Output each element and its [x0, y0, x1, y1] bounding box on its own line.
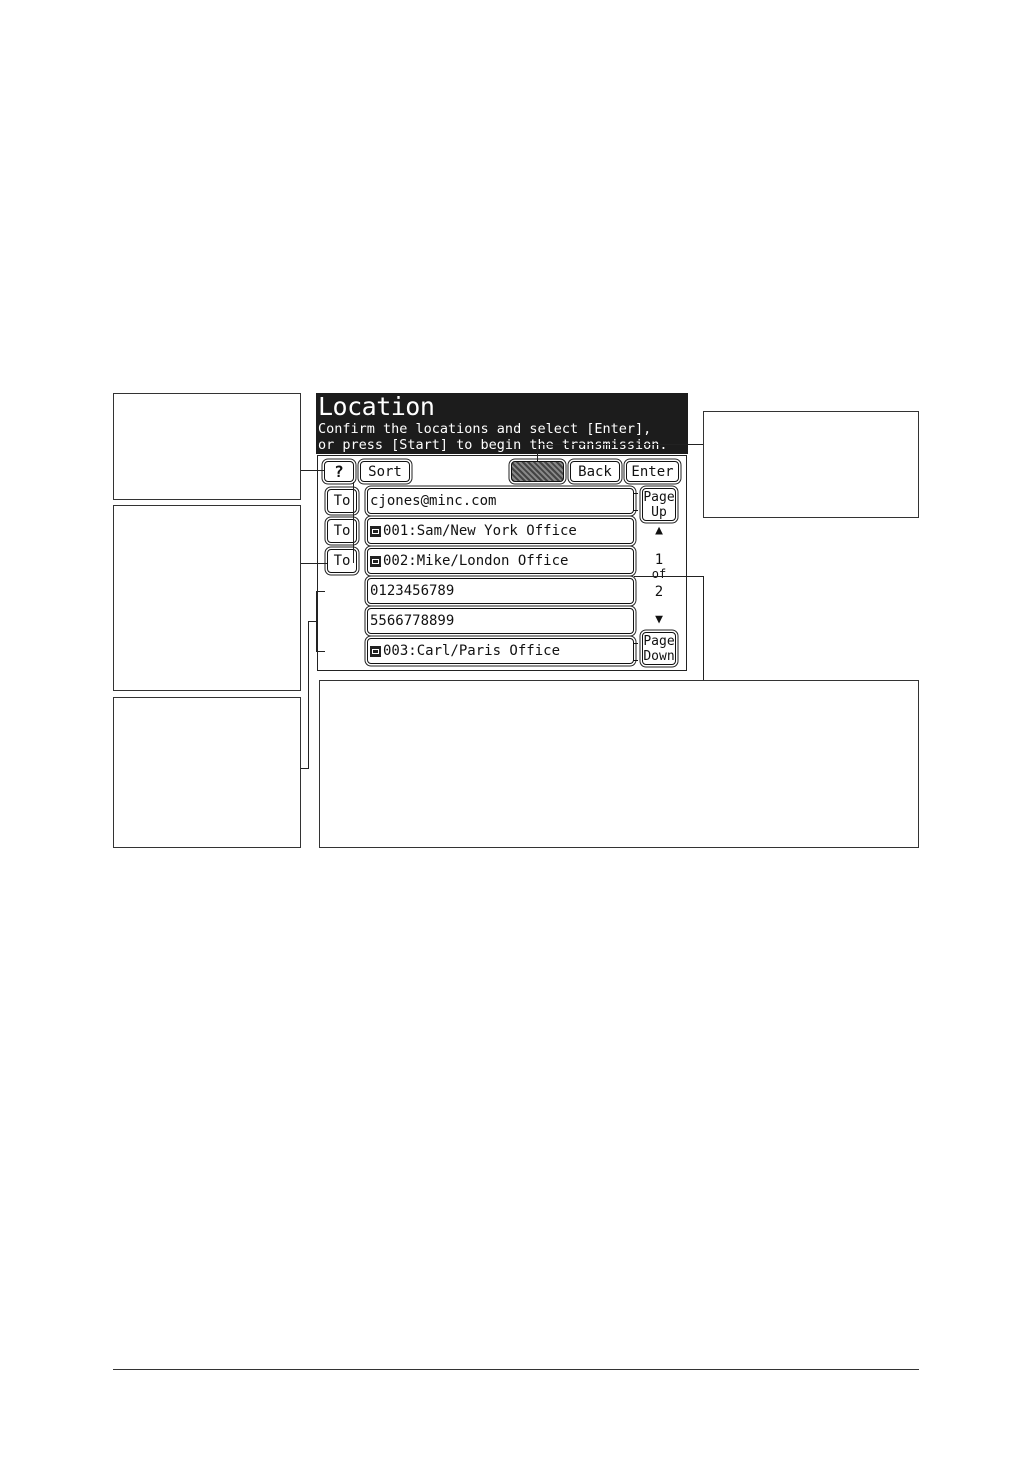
- location-row-2[interactable]: 001:Sam/New York Office: [367, 518, 634, 544]
- page-down-label-line1: Page: [643, 633, 675, 649]
- leader-line-list-v: [703, 576, 704, 680]
- sort-button-label: Sort: [368, 463, 402, 480]
- page-up-label-line2: Up: [651, 504, 667, 520]
- row-bracket: [633, 493, 638, 511]
- leader-line-group: [308, 621, 316, 622]
- leader-line-group-top: [316, 591, 325, 592]
- leader-line-to-vertical: [353, 482, 354, 563]
- location-row-4[interactable]: 0123456789: [367, 578, 634, 604]
- leader-line-group-vertical: [308, 621, 309, 769]
- row-bracket: [633, 643, 638, 661]
- location-row-6[interactable]: 003:Carl/Paris Office: [367, 638, 638, 664]
- back-button[interactable]: Back: [570, 461, 620, 482]
- location-text: cjones@minc.com: [370, 493, 497, 509]
- email-icon: [370, 525, 381, 537]
- page-down-button[interactable]: Page Down: [642, 632, 676, 665]
- up-arrow-icon: ▲: [655, 523, 663, 538]
- disabled-button: [511, 461, 564, 482]
- leader-line-group-bottom: [316, 651, 325, 652]
- screen-message-line1: Confirm the locations and select [Enter]…: [318, 421, 652, 437]
- page-total: 2: [654, 584, 664, 600]
- callout-box-help: [113, 393, 301, 500]
- callout-box-to: [113, 505, 301, 691]
- fax-icon: [370, 645, 381, 657]
- email-icon: [370, 555, 381, 567]
- to-button-label: To: [333, 493, 351, 509]
- help-icon: ?: [334, 462, 344, 481]
- callout-box-location-list: [319, 680, 919, 848]
- page-down-label-line2: Down: [643, 648, 675, 664]
- enter-button-label: Enter: [631, 463, 674, 480]
- sort-button[interactable]: Sort: [360, 461, 410, 482]
- location-row-5[interactable]: 5566778899: [367, 608, 634, 634]
- enter-button[interactable]: Enter: [626, 461, 679, 482]
- to-button-label: To: [333, 523, 351, 539]
- leader-line-group-end: [301, 768, 309, 769]
- callout-box-group: [113, 697, 301, 848]
- leader-line-help: [301, 470, 324, 471]
- location-row-1[interactable]: cjones@minc.com: [367, 488, 638, 514]
- page-of: of: [651, 567, 667, 581]
- location-row-3[interactable]: 002:Mike/London Office: [367, 548, 634, 574]
- screen-message-line2: or press [Start] to begin the transmissi…: [318, 437, 668, 453]
- help-button[interactable]: ?: [324, 461, 354, 482]
- location-text: 001:Sam/New York Office: [383, 523, 577, 539]
- leader-line-disabled-button-v: [537, 444, 538, 461]
- leader-line-to: [301, 563, 327, 564]
- callout-box-disabled-button: [703, 411, 919, 518]
- down-arrow-icon: ▼: [655, 612, 663, 627]
- leader-line-group-bracket: [316, 591, 317, 652]
- screen-title: Location: [318, 392, 435, 421]
- location-text: 5566778899: [370, 613, 455, 629]
- location-text: 003:Carl/Paris Office: [383, 643, 561, 659]
- page-up-label-line1: Page: [643, 489, 675, 505]
- page-current: 1: [654, 552, 664, 568]
- to-button-label: To: [333, 553, 351, 569]
- leader-line-list-h: [634, 576, 704, 577]
- location-text: 002:Mike/London Office: [383, 553, 569, 569]
- page-up-button[interactable]: Page Up: [642, 488, 676, 521]
- back-button-label: Back: [578, 463, 612, 480]
- location-text: 0123456789: [370, 583, 455, 599]
- footer-rule: [113, 1369, 919, 1370]
- leader-line-disabled-button-h: [537, 444, 703, 445]
